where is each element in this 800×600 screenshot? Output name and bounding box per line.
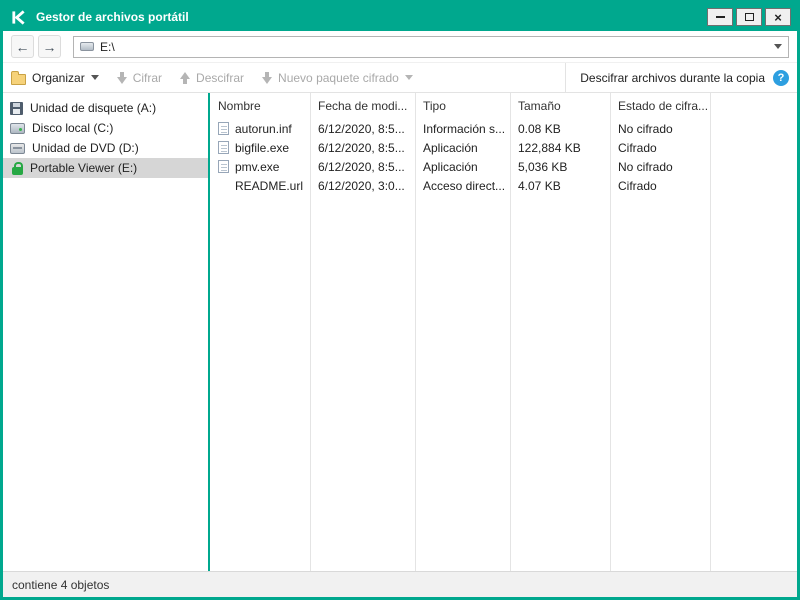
status-bar: contiene 4 objetos	[3, 571, 797, 597]
floppy-drive-icon	[10, 102, 23, 115]
encrypt-label: Cifrar	[133, 71, 162, 85]
file-date: 6/12/2020, 8:5...	[310, 160, 415, 174]
file-name: bigfile.exe	[235, 141, 289, 155]
dvd-drive-icon	[10, 143, 25, 154]
file-row-pmv[interactable]: pmv.exe 6/12/2020, 8:5... Aplicación 5,0…	[210, 157, 797, 176]
sidebar: Unidad de disquete (A:) Disco local (C:)…	[3, 93, 208, 571]
address-dropdown-icon[interactable]	[774, 44, 782, 49]
file-row-autorun[interactable]: autorun.inf 6/12/2020, 8:5... Informació…	[210, 119, 797, 138]
file-icon	[218, 160, 229, 173]
sidebar-item-dvd-d[interactable]: Unidad de DVD (D:)	[3, 138, 208, 158]
maximize-button[interactable]	[736, 8, 762, 26]
file-date: 6/12/2020, 8:5...	[310, 141, 415, 155]
title-bar: Gestor de archivos portátil ×	[3, 3, 797, 31]
sidebar-item-label: Disco local (C:)	[32, 121, 113, 135]
file-type: Aplicación	[415, 160, 510, 174]
file-icon	[218, 122, 229, 135]
copy-option-label: Descifrar archivos durante la copia	[580, 71, 765, 85]
sidebar-item-portable-viewer-e[interactable]: Portable Viewer (E:)	[3, 158, 208, 178]
back-button[interactable]: ←	[11, 35, 34, 58]
file-name: autorun.inf	[235, 122, 292, 136]
sidebar-item-floppy-a[interactable]: Unidad de disquete (A:)	[3, 98, 208, 118]
file-name: README.url	[235, 179, 303, 193]
close-icon: ×	[774, 11, 782, 24]
file-type: Aplicación	[415, 141, 510, 155]
file-size: 0.08 KB	[510, 122, 610, 136]
minimize-icon	[716, 16, 725, 18]
decrypt-arrow-icon	[180, 72, 190, 84]
portable-file-manager-window: Gestor de archivos portátil × ← → E:\ Or…	[0, 0, 800, 600]
file-encryption-status: No cifrado	[610, 122, 710, 136]
forward-arrow-icon: →	[43, 40, 57, 54]
encrypt-button[interactable]: Cifrar	[117, 71, 162, 85]
sidebar-item-label: Unidad de disquete (A:)	[30, 101, 156, 115]
file-type: Acceso direct...	[415, 179, 510, 193]
decrypt-label: Descifrar	[196, 71, 244, 85]
drive-icon	[80, 42, 94, 51]
organize-label: Organizar	[32, 71, 85, 85]
file-date: 6/12/2020, 3:0...	[310, 179, 415, 193]
decrypt-button[interactable]: Descifrar	[180, 71, 244, 85]
file-list: Nombre Fecha de modi... Tipo Tamaño Esta…	[208, 93, 797, 571]
column-header-date[interactable]: Fecha de modi...	[310, 99, 415, 113]
organize-button[interactable]: Organizar	[11, 71, 99, 85]
hard-disk-icon	[10, 123, 25, 134]
column-header-status[interactable]: Estado de cifra...	[610, 99, 710, 113]
toolbar: Organizar Cifrar Descifrar Nuevo paquete…	[3, 63, 797, 93]
address-bar[interactable]: E:\	[73, 36, 789, 58]
file-encryption-status: No cifrado	[610, 160, 710, 174]
copy-option-group: Descifrar archivos durante la copia ?	[565, 63, 789, 92]
window-title: Gestor de archivos portátil	[36, 10, 189, 24]
forward-button[interactable]: →	[38, 35, 61, 58]
file-type: Información s...	[415, 122, 510, 136]
column-header-name[interactable]: Nombre	[210, 99, 310, 113]
navigation-bar: ← → E:\	[3, 31, 797, 63]
file-row-bigfile[interactable]: bigfile.exe 6/12/2020, 8:5... Aplicación…	[210, 138, 797, 157]
organize-dropdown-icon	[91, 75, 99, 80]
sidebar-item-local-disk-c[interactable]: Disco local (C:)	[3, 118, 208, 138]
file-date: 6/12/2020, 8:5...	[310, 122, 415, 136]
sidebar-item-label: Portable Viewer (E:)	[30, 161, 137, 175]
column-header-type[interactable]: Tipo	[415, 99, 510, 113]
kaspersky-logo-icon	[11, 10, 26, 25]
column-header-row: Nombre Fecha de modi... Tipo Tamaño Esta…	[210, 93, 797, 119]
status-text: contiene 4 objetos	[12, 578, 109, 592]
file-encryption-status: Cifrado	[610, 141, 710, 155]
file-row-readme[interactable]: README.url 6/12/2020, 3:0... Acceso dire…	[210, 176, 797, 195]
address-value: E:\	[100, 40, 115, 54]
new-package-label: Nuevo paquete cifrado	[278, 71, 399, 85]
file-name: pmv.exe	[235, 160, 279, 174]
file-size: 122,884 KB	[510, 141, 610, 155]
file-encryption-status: Cifrado	[610, 179, 710, 193]
package-arrow-icon	[262, 72, 272, 84]
column-header-size[interactable]: Tamaño	[510, 99, 610, 113]
green-lock-icon	[12, 167, 23, 175]
back-arrow-icon: ←	[16, 40, 30, 54]
main-area: Unidad de disquete (A:) Disco local (C:)…	[3, 93, 797, 571]
file-icon	[218, 141, 229, 154]
window-controls: ×	[707, 8, 791, 26]
new-encrypted-package-button[interactable]: Nuevo paquete cifrado	[262, 71, 413, 85]
close-button[interactable]: ×	[765, 8, 791, 26]
encrypt-arrow-icon	[117, 72, 127, 84]
sidebar-item-label: Unidad de DVD (D:)	[32, 141, 139, 155]
maximize-icon	[745, 13, 754, 21]
minimize-button[interactable]	[707, 8, 733, 26]
new-package-dropdown-icon	[405, 75, 413, 80]
folder-icon	[11, 74, 26, 85]
help-icon[interactable]: ?	[773, 70, 789, 86]
file-size: 5,036 KB	[510, 160, 610, 174]
file-size: 4.07 KB	[510, 179, 610, 193]
